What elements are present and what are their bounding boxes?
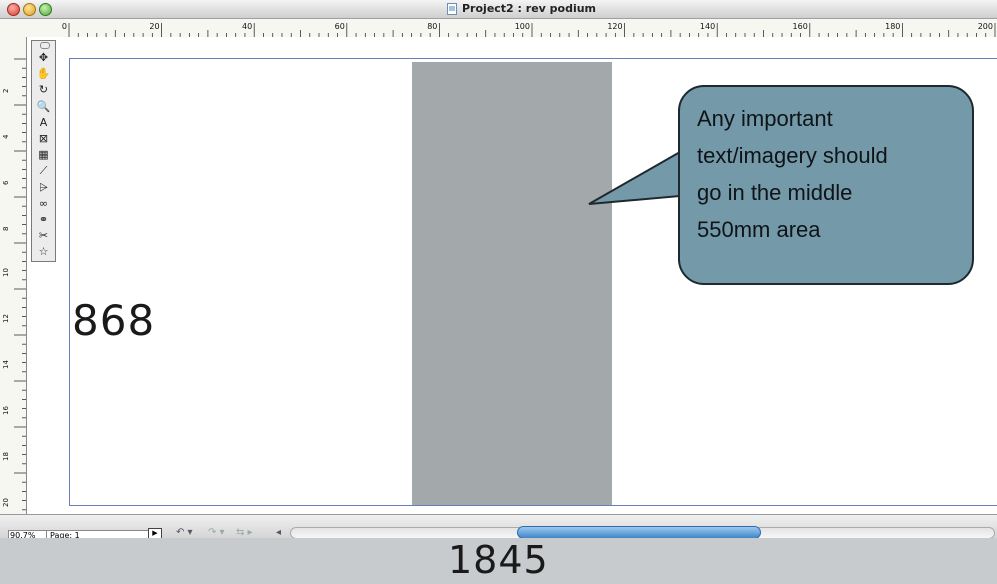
- grabber-tool[interactable]: ✋: [34, 67, 53, 81]
- minimize-button[interactable]: [23, 3, 36, 16]
- zoom-tool[interactable]: 🔍: [34, 100, 53, 114]
- ruler-label: 160: [793, 22, 808, 31]
- history-icon[interactable]: ⇆ ▸: [236, 527, 253, 538]
- ruler-label: 14: [2, 360, 10, 369]
- ruler-label: 120: [607, 22, 622, 31]
- zoom-field[interactable]: 90.7%: [8, 530, 48, 538]
- ruler-label: 180: [885, 22, 900, 31]
- picture-box-tool[interactable]: ⊠: [34, 132, 53, 146]
- ruler-label: 40: [242, 22, 252, 31]
- ruler-label: 20: [149, 22, 159, 31]
- ruler-label: 6: [2, 180, 10, 185]
- scissors-tool[interactable]: ✂: [34, 229, 53, 243]
- ruler-label: 4: [2, 134, 10, 139]
- safe-area-column: [412, 62, 612, 505]
- text-box-tool[interactable]: A: [34, 116, 53, 130]
- close-button[interactable]: [7, 3, 20, 16]
- callout-line: Any important: [697, 106, 833, 131]
- palette-collapse-icon[interactable]: [40, 42, 50, 49]
- ruler-label: 60: [335, 22, 345, 31]
- ruler-label: 12: [2, 314, 10, 323]
- horizontal-ruler[interactable]: 0204060801001201401601802002202402602803…: [0, 19, 997, 38]
- undo-icon[interactable]: ↶ ▾: [176, 527, 193, 538]
- unlinking-tool[interactable]: ⚭: [34, 213, 53, 227]
- window-title: Project2 : rev podium: [462, 2, 597, 15]
- ruler-label: 16: [2, 406, 10, 415]
- page-field[interactable]: Page: 1: [46, 530, 151, 538]
- tool-palette: ✥ ✋ ↻ 🔍 A ⊠ ▦ ⟋ ⩥ ∞ ⚭ ✂ ☆: [31, 40, 56, 262]
- linking-tool[interactable]: ∞: [34, 197, 53, 211]
- ruler-label: 10: [2, 268, 10, 277]
- status-bar: 90.7% Page: 1 ▶ ↶ ▾ ↷ ▾ ⇆ ▸ ◂: [0, 514, 997, 538]
- vertical-ruler[interactable]: 246810121416182022: [0, 37, 27, 529]
- ruler-label: 8: [2, 227, 10, 231]
- redo-icon[interactable]: ↷ ▾: [208, 527, 225, 538]
- ruler-label: 140: [700, 22, 715, 31]
- vertical-ruler-ticks: 246810121416182022: [2, 58, 26, 529]
- star-tool[interactable]: ☆: [34, 245, 53, 259]
- scroll-left-arrow-icon[interactable]: ◂: [276, 527, 281, 538]
- ruler-label: 80: [427, 22, 437, 31]
- width-dimension-label: 1845: [448, 538, 549, 582]
- ruler-label: 200: [978, 22, 993, 31]
- document-icon: [447, 3, 457, 15]
- ruler-label: 2: [2, 89, 10, 93]
- line-tool[interactable]: ⟋: [34, 164, 53, 178]
- text-path-tool[interactable]: ⩥: [34, 181, 53, 195]
- app-window: Project2 : rev podium 0 20 40 60 80 100 120 140…: [0, 0, 997, 538]
- ruler-label: 100: [515, 22, 530, 31]
- callout-text: Any important text/imagery should go in …: [697, 100, 967, 248]
- zoom-button[interactable]: [39, 3, 52, 16]
- ruler-label: 20: [2, 498, 10, 507]
- rotate-tool[interactable]: ↻: [34, 83, 53, 97]
- table-tool[interactable]: ▦: [34, 148, 53, 162]
- item-tool[interactable]: ✥: [34, 51, 53, 65]
- callout-line: text/imagery should: [697, 143, 888, 168]
- title-bar[interactable]: Project2 : rev podium: [0, 0, 997, 19]
- ruler-label: 18: [2, 452, 10, 461]
- page-menu-button[interactable]: ▶: [148, 528, 162, 538]
- horizontal-ruler-ticks: 0204060801001201401601802002202402602803…: [62, 22, 996, 37]
- horizontal-scroll-thumb[interactable]: [517, 526, 761, 538]
- height-dimension-label: 868: [72, 296, 156, 345]
- callout-line: go in the middle: [697, 180, 853, 205]
- ruler-label: 0: [62, 22, 67, 31]
- callout-line: 550mm area: [697, 217, 821, 242]
- callout-pointer: [588, 150, 682, 205]
